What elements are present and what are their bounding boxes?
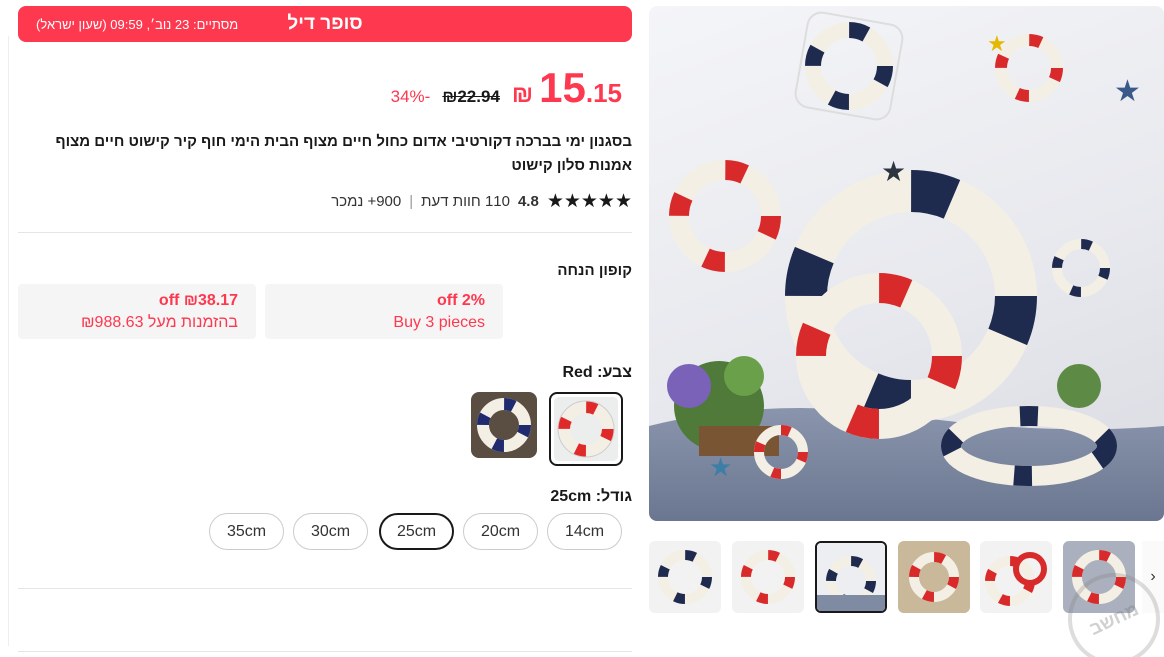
product-title: בסגנון ימי בברכה דקורטיבי אדום כחול חיים… [55,133,632,174]
gallery-thumbnail-selected[interactable] [815,541,887,613]
star-rating-icon: ★★★★★ [546,191,632,212]
coupon-value: ₪38.17 off [158,292,238,309]
svg-text:★: ★ [709,453,732,483]
price-currency: ₪ [511,81,534,108]
size-option-25cm[interactable]: 25cm [379,513,454,550]
lifebuoy-blue-icon [477,398,531,452]
discount-percent: 34%- [390,87,431,106]
size-option-30cm[interactable]: 30cm [293,513,368,550]
rating-row[interactable]: ★★★★★ 4.8 110 חוות דעת | 900+ נמכר [331,190,632,213]
rating-separator: | [409,193,414,210]
current-price: 15.15 ₪ [512,64,622,112]
main-product-image[interactable]: ★ ★ ★ ★ [649,6,1164,521]
swatch-image [554,397,618,461]
swatch-image [471,392,537,458]
size-option-20cm[interactable]: 20cm [463,513,538,550]
color-swatch-blue[interactable] [471,392,537,458]
color-heading: צבע: Red [562,364,632,381]
gallery-thumbnail[interactable] [980,541,1052,613]
coupon-condition: Buy 3 pieces [393,314,485,331]
thumbnail-image [898,541,970,613]
divider [18,588,632,589]
svg-text:★: ★ [881,155,906,188]
thumbnail-image [741,550,795,604]
thumbnail-image [985,552,1047,606]
page-edge-line [8,36,9,646]
divider [18,232,632,233]
coupon-card[interactable]: ₪38.17 off בהזמנות מעל ₪988.63 [18,284,256,339]
size-option-35cm[interactable]: 35cm [209,513,284,550]
price-decimal: .15 [585,78,622,108]
gallery-thumbnail[interactable] [649,541,721,613]
coupon-heading: קופון הנחה [557,262,632,279]
price-integer: 15 [539,64,586,111]
rating-value: 4.8 [517,193,539,210]
sold-count: 900+ נמכר [331,193,402,210]
lifebuoy-red-icon [557,400,615,458]
original-price: ₪22.94 [442,87,500,106]
thumbnail-image [817,543,885,611]
thumbnail-image [658,550,712,604]
svg-text:★: ★ [987,32,1007,57]
gallery-thumbnail[interactable] [732,541,804,613]
product-gallery: ★ ★ ★ ★ › מחשב [649,6,1164,657]
reviews-link[interactable]: 110 חוות דעת [421,193,510,210]
super-deal-banner: סופר דיל מסתיים: 23 נוב׳, 09:59 (שעון יש… [18,6,632,42]
lifebuoy-scene-image: ★ ★ ★ ★ [649,11,1164,521]
product-info-panel: סופר דיל מסתיים: 23 נוב׳, 09:59 (שעון יש… [18,6,632,657]
divider [18,651,632,652]
coupon-value: 2% off [436,292,485,309]
gallery-thumbnail[interactable] [898,541,970,613]
price-row: 15.15 ₪ ₪22.94 34%- [391,64,622,112]
deal-end-time: מסתיים: 23 נוב׳, 09:59 (שעון ישראל) [36,17,239,32]
svg-text:★: ★ [1114,74,1141,109]
size-heading: גודל: 25cm [550,488,632,505]
color-swatch-red[interactable] [549,392,623,466]
coupon-condition: בהזמנות מעל ₪988.63 [80,314,238,331]
coupon-card[interactable]: 2% off Buy 3 pieces [265,284,503,339]
size-option-14cm[interactable]: 14cm [547,513,622,550]
